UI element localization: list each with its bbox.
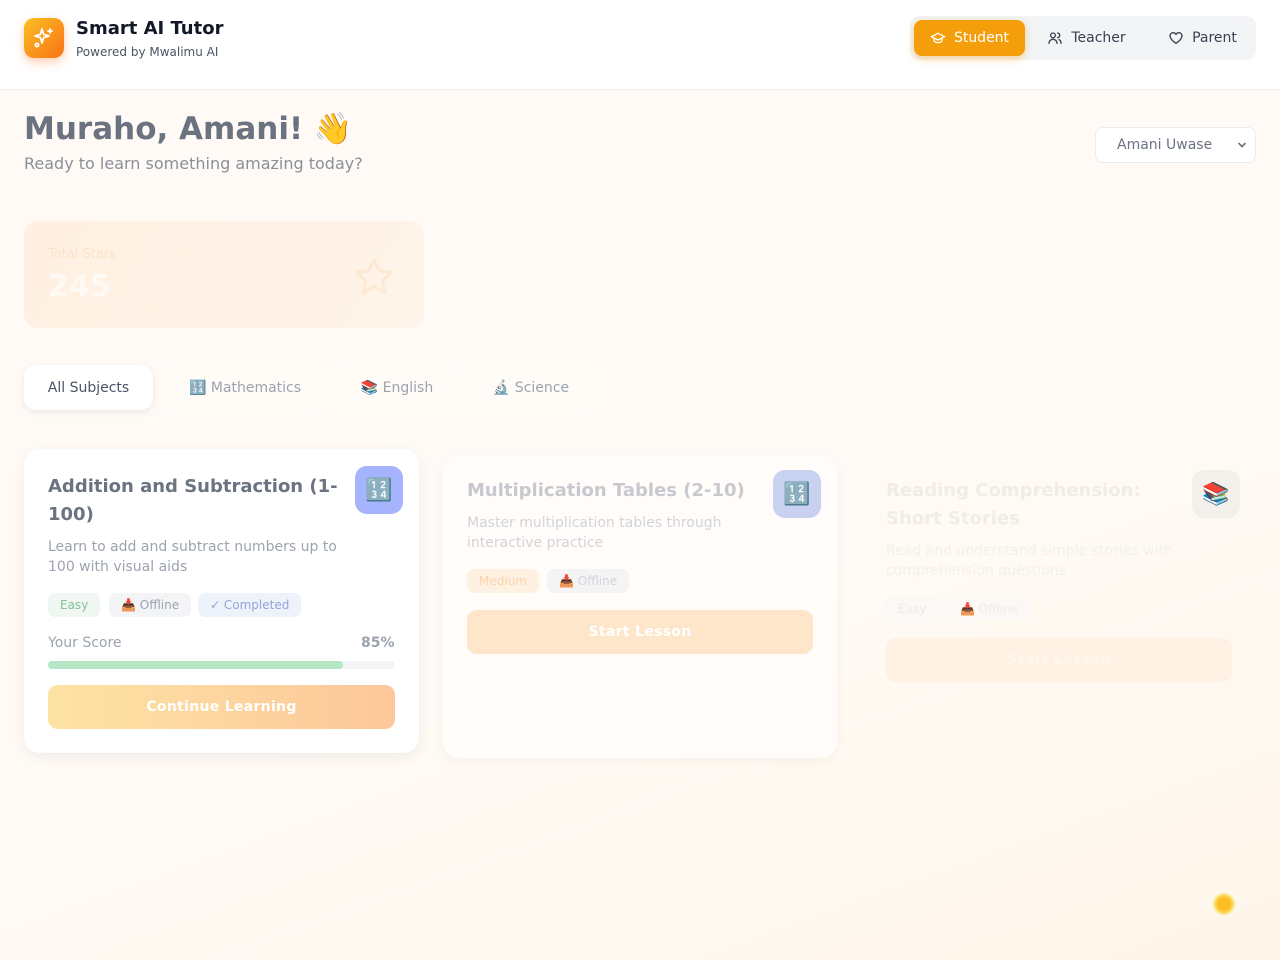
role-student-label: Student	[953, 30, 1010, 46]
filter-mathematics[interactable]: 🔢 Mathematics	[165, 365, 325, 410]
greeting-title: Muraho, Amani! 👋	[24, 111, 353, 147]
role-teacher-button[interactable]: Teacher	[1034, 20, 1139, 56]
lesson-description: Read and understand simple stories with …	[886, 543, 1173, 579]
lesson-card: Addition and Subtraction (1-100) Learn t…	[24, 449, 419, 753]
app-header: Smart AI Tutor Powered by Mwalimu AI Stu…	[0, 0, 1280, 90]
lesson-card: Multiplication Tables (2-10) Master mult…	[443, 455, 837, 758]
subject-icon: 📚	[1192, 470, 1240, 518]
floating-assistant-button[interactable]	[1215, 895, 1233, 913]
subject-icon: 🔢	[773, 470, 821, 518]
users-icon	[1048, 32, 1063, 44]
difficulty-badge: Easy	[886, 597, 939, 621]
filter-all-subjects[interactable]: All Subjects	[24, 365, 153, 410]
score-value: 85%	[361, 635, 395, 651]
offline-badge: 📥 Offline	[948, 597, 1031, 621]
app-logo	[24, 18, 64, 58]
lesson-title: Multiplication Tables (2-10)	[467, 480, 745, 501]
lesson-title: Addition and Subtraction (1-100)	[48, 476, 338, 525]
student-select[interactable]: Amani Uwase	[1095, 127, 1256, 163]
start-lesson-button[interactable]: Start Lesson	[467, 610, 813, 654]
sparkles-icon	[34, 28, 53, 48]
lesson-title: Reading Comprehension: Short Stories	[886, 480, 1141, 529]
role-teacher-label: Teacher	[1071, 30, 1126, 46]
continue-learning-button[interactable]: Continue Learning	[48, 685, 395, 729]
filter-english[interactable]: 📚 English	[337, 365, 457, 410]
lesson-description: Master multiplication tables through int…	[467, 515, 722, 551]
role-switcher: Student Teacher Parent	[910, 16, 1256, 60]
difficulty-badge: Medium	[467, 569, 539, 593]
completed-badge: ✓ Completed	[198, 593, 302, 617]
role-parent-label: Parent	[1192, 30, 1237, 46]
lesson-description: Learn to add and subtract numbers up to …	[48, 539, 337, 575]
filter-science[interactable]: 🔬 Science	[469, 365, 593, 410]
chevron-down-icon	[1238, 142, 1246, 148]
subject-icon: 🔢	[355, 466, 403, 514]
score-progress-fill	[48, 661, 343, 669]
role-student-button[interactable]: Student	[914, 20, 1025, 56]
app-subtitle: Powered by Mwalimu AI	[76, 45, 219, 59]
student-select-value: Amani Uwase	[1117, 137, 1213, 153]
greeting-subtitle: Ready to learn something amazing today?	[24, 154, 363, 173]
lesson-card: Reading Comprehension: Short Stories Rea…	[862, 455, 1256, 758]
start-lesson-button[interactable]: Start Lesson	[886, 638, 1232, 682]
stat-label: Total Stars	[48, 247, 116, 262]
score-progress-bar	[48, 661, 395, 669]
score-label: Your Score	[48, 635, 122, 651]
difficulty-badge: Easy	[48, 593, 101, 617]
offline-badge: 📥 Offline	[109, 593, 192, 617]
stat-value: 245	[48, 269, 111, 304]
role-parent-button[interactable]: Parent	[1155, 20, 1250, 56]
total-stars-card: Total Stars 245	[24, 221, 424, 328]
star-icon	[355, 258, 393, 295]
offline-badge: 📥 Offline	[547, 569, 630, 593]
app-title: Smart AI Tutor	[76, 18, 224, 39]
heart-icon	[1169, 31, 1183, 44]
graduation-cap-icon	[930, 32, 946, 44]
